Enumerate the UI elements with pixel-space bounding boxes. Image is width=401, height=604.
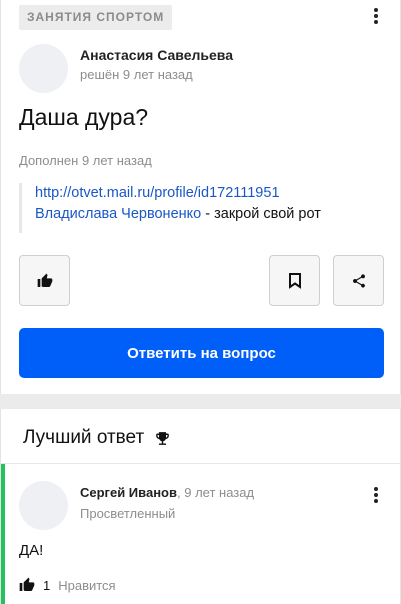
thumbs-up-icon xyxy=(37,273,52,287)
answer-meta: Сергей Иванов, 9 лет назад xyxy=(80,485,254,500)
question-author[interactable]: Анастасия Савельева xyxy=(80,47,233,63)
best-answer-marker xyxy=(1,464,5,604)
more-vert-icon[interactable] xyxy=(369,484,383,506)
answer-text: ДА! xyxy=(19,542,44,559)
answer-separator: , xyxy=(177,485,181,500)
best-answer-header: Лучший ответ xyxy=(23,427,171,449)
avatar[interactable] xyxy=(19,44,68,93)
share-icon xyxy=(352,273,365,288)
question-added: Дополнен 9 лет назад xyxy=(19,153,152,168)
share-button[interactable] xyxy=(333,255,384,306)
answer-likes[interactable]: 1 Нравится xyxy=(19,577,116,593)
bookmark-icon xyxy=(288,272,301,289)
question-status: решён 9 лет назад xyxy=(80,67,193,82)
question-card: ЗАНЯТИЯ СПОРТОМ Анастасия Савельева решё… xyxy=(0,0,401,394)
bookmark-button[interactable] xyxy=(269,255,320,306)
trophy-icon xyxy=(156,431,170,445)
likes-count: 1 xyxy=(43,577,51,593)
divider xyxy=(1,463,401,464)
answer-author[interactable]: Сергей Иванов xyxy=(80,485,177,500)
mention-link[interactable]: Владислава Червоненко xyxy=(35,206,201,222)
more-vert-icon[interactable] xyxy=(369,5,383,27)
thumbs-up-icon[interactable] xyxy=(19,577,35,593)
likes-label: Нравится xyxy=(58,577,116,593)
question-title: Даша дура? xyxy=(19,104,149,130)
like-button[interactable] xyxy=(19,255,70,306)
answer-rank: Просветленный xyxy=(80,506,176,521)
profile-link[interactable]: http://otvet.mail.ru/profile/id172111951 xyxy=(35,185,280,201)
best-answer-card: Лучший ответ Сергей Иванов, 9 лет назад … xyxy=(0,409,401,604)
reply-button[interactable]: Ответить на вопрос xyxy=(19,328,384,378)
addition-text: - закрой свой рот xyxy=(201,206,321,222)
best-answer-title: Лучший ответ xyxy=(23,427,145,448)
answer-avatar[interactable] xyxy=(19,481,68,530)
category-tag[interactable]: ЗАНЯТИЯ СПОРТОМ xyxy=(19,5,173,30)
question-addition: http://otvet.mail.ru/profile/id172111951… xyxy=(19,183,379,233)
answer-time: 9 лет назад xyxy=(184,485,255,500)
